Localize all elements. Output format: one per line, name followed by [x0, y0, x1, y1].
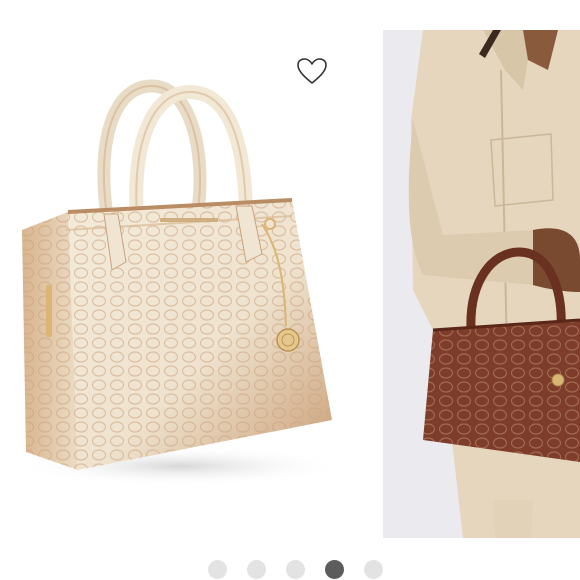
carousel-dot-1[interactable]	[207, 559, 227, 579]
carousel-dot-4-active[interactable]	[324, 559, 344, 579]
model-holding-bag-photo[interactable]	[383, 30, 580, 538]
heart-outline-icon	[297, 58, 327, 84]
image-carousel[interactable]	[0, 0, 580, 545]
carousel-dot-3[interactable]	[285, 559, 305, 579]
favorite-button[interactable]	[294, 55, 330, 87]
carousel-dot-5[interactable]	[363, 559, 383, 579]
carousel-pagination	[0, 558, 580, 580]
carousel-dot-2[interactable]	[246, 559, 266, 579]
model-illustration	[408, 30, 580, 538]
